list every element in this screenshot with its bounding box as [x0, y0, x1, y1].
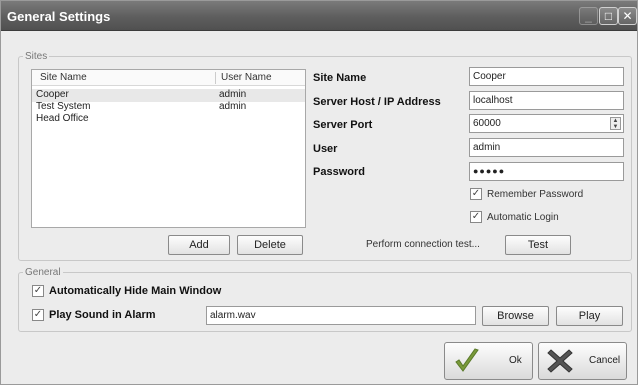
sites-list[interactable]: Site Name User Name Cooper admin Test Sy…	[31, 69, 306, 228]
sound-file-field[interactable]: alarm.wav	[206, 306, 476, 325]
general-legend: General	[25, 267, 61, 278]
list-item-site: Cooper	[36, 89, 69, 100]
port-label: Server Port	[313, 119, 373, 131]
play-button[interactable]: Play	[556, 306, 623, 326]
remember-password-checkbox[interactable]: ✓	[470, 188, 482, 200]
auto-hide-label: Automatically Hide Main Window	[49, 285, 222, 297]
list-item-user: admin	[219, 101, 247, 112]
test-button[interactable]: Test	[505, 235, 571, 255]
delete-site-button[interactable]: Delete	[237, 235, 303, 255]
port-spinner[interactable]: ▲ ▼	[610, 117, 621, 130]
sites-list-header: Site Name User Name	[32, 70, 305, 86]
general-settings-window: General Settings _ □ ✕ Sites Site Name U…	[0, 0, 638, 385]
title-bar[interactable]: General Settings _ □ ✕	[1, 1, 637, 31]
minimize-button[interactable]: _	[579, 7, 598, 25]
site-name-field[interactable]: Cooper	[469, 67, 624, 86]
close-button[interactable]: ✕	[618, 7, 637, 25]
user-label: User	[313, 143, 338, 155]
connection-test-text: Perform connection test...	[366, 239, 480, 250]
ok-label: Ok	[509, 355, 522, 366]
auto-hide-checkbox[interactable]: ✓	[32, 285, 44, 297]
ok-button[interactable]: Ok	[444, 342, 533, 380]
user-field[interactable]: admin	[469, 138, 624, 157]
cancel-button[interactable]: Cancel	[538, 342, 627, 380]
password-label: Password	[313, 166, 365, 178]
port-value: 60000	[473, 118, 501, 129]
column-divider[interactable]	[215, 72, 216, 84]
column-user-name[interactable]: User Name	[221, 72, 272, 83]
add-site-button[interactable]: Add	[168, 235, 230, 255]
play-sound-label: Play Sound in Alarm	[49, 309, 156, 321]
host-field[interactable]: localhost	[469, 91, 624, 110]
close-x-icon	[547, 349, 573, 373]
browse-button[interactable]: Browse	[482, 306, 549, 326]
remember-password-label: Remember Password	[487, 189, 584, 200]
list-item[interactable]: Head Office	[32, 113, 305, 126]
site-name-label: Site Name	[313, 72, 367, 84]
password-field[interactable]: ●●●●●	[469, 162, 624, 181]
port-field[interactable]: 60000 ▲ ▼	[469, 114, 624, 133]
cancel-label: Cancel	[589, 355, 621, 366]
automatic-login-label: Automatic Login	[487, 212, 559, 223]
play-sound-checkbox[interactable]: ✓	[32, 309, 44, 321]
window-title: General Settings	[7, 9, 111, 24]
list-item-site: Head Office	[36, 113, 89, 124]
maximize-button[interactable]: □	[599, 7, 618, 25]
checkmark-icon	[455, 348, 479, 372]
column-site-name[interactable]: Site Name	[40, 72, 87, 83]
list-item-user: admin	[219, 89, 247, 100]
sites-legend: Sites	[25, 51, 48, 62]
host-label: Server Host / IP Address	[313, 96, 441, 108]
list-item-site: Test System	[36, 101, 91, 112]
automatic-login-checkbox[interactable]: ✓	[470, 211, 482, 223]
